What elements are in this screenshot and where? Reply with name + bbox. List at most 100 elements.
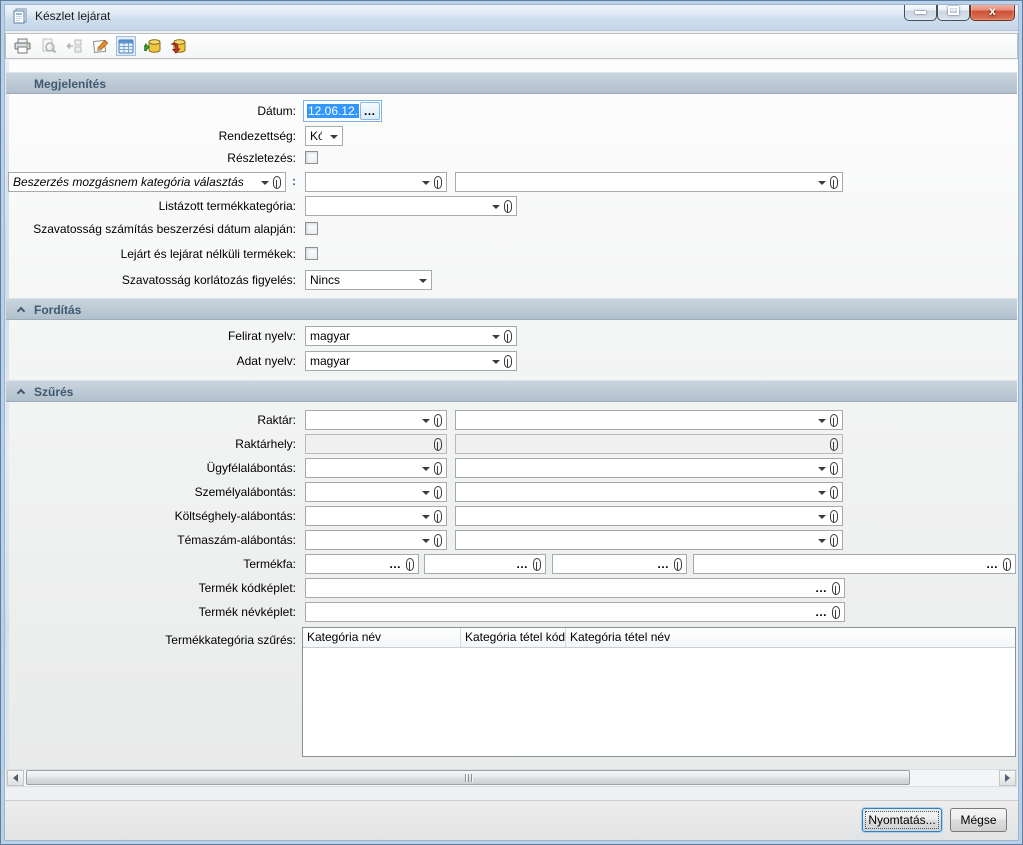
beszerzes-sub-combobox-1[interactable] xyxy=(305,172,447,192)
szemelyalabontas-combobox[interactable] xyxy=(305,482,447,502)
adat-nyelv-combobox[interactable]: magyar xyxy=(305,351,517,371)
close-button[interactable]: x xyxy=(970,2,1015,21)
ugyfelalabontas-combobox[interactable] xyxy=(305,458,447,478)
termekfa-field-4[interactable]: … xyxy=(693,554,1016,574)
chevron-down-icon xyxy=(422,419,430,423)
print-icon[interactable] xyxy=(12,36,32,56)
reszletezes-label: Részletezés: xyxy=(0,148,296,168)
database-save-icon[interactable] xyxy=(168,36,188,56)
termekfa-field-2[interactable]: … xyxy=(424,554,546,574)
felirat-nyelv-combobox[interactable]: magyar xyxy=(305,326,517,346)
ellipsis-button[interactable]: … xyxy=(516,559,529,569)
edit-template-icon[interactable] xyxy=(90,36,110,56)
cancel-button[interactable]: Mégse xyxy=(950,808,1007,832)
rendezettseg-label: Rendezettség: xyxy=(0,126,296,146)
collapse-chevron-icon[interactable] xyxy=(17,307,25,315)
titlebar[interactable]: Készlet lejárat x xyxy=(1,1,1022,31)
felirat-nyelv-value: magyar xyxy=(310,329,350,343)
raktarhely-label: Raktárhely: xyxy=(0,434,296,454)
section-header-forditas[interactable]: Fordítás xyxy=(6,298,1017,320)
termek-nevkeplet-field[interactable]: … xyxy=(305,602,845,622)
minimize-icon xyxy=(915,11,926,14)
ugyfelalabontas-combobox-2[interactable] xyxy=(455,458,843,478)
termekfa-field-3[interactable]: … xyxy=(552,554,687,574)
paperclip-icon xyxy=(434,486,442,499)
minimize-button[interactable] xyxy=(904,2,937,21)
scrollbar-grip-icon xyxy=(468,774,469,782)
paperclip-icon xyxy=(504,355,512,368)
termekkategoria-label: Termékkategória szűrés: xyxy=(0,630,296,650)
koltseghely-combobox[interactable] xyxy=(305,506,447,526)
datum-value-area[interactable]: 12.06.12. xyxy=(305,102,359,120)
paperclip-icon xyxy=(504,330,512,343)
ellipsis-button[interactable]: … xyxy=(389,559,402,569)
chevron-down-icon xyxy=(818,491,826,495)
ellipsis-button[interactable]: … xyxy=(815,583,828,593)
maximize-button[interactable] xyxy=(937,2,970,21)
paperclip-icon xyxy=(830,438,838,451)
ellipsis-button[interactable]: … xyxy=(657,559,670,569)
window-title: Készlet lejárat xyxy=(35,9,110,23)
paperclip-icon xyxy=(1003,558,1011,571)
temaszam-combobox-2[interactable] xyxy=(455,530,843,550)
chevron-down-icon xyxy=(422,539,430,543)
datum-picker-button[interactable]: … xyxy=(360,102,380,120)
paperclip-icon xyxy=(830,462,838,475)
paperclip-icon xyxy=(504,200,512,213)
chevron-down-icon xyxy=(422,491,430,495)
section-header-szures[interactable]: Szűrés xyxy=(6,380,1017,402)
temaszam-combobox[interactable] xyxy=(305,530,447,550)
szemelyalabontas-combobox-2[interactable] xyxy=(455,482,843,502)
beszerzes-kategoria-combobox[interactable]: Beszerzés mozgásnem kategória választás xyxy=(8,172,286,192)
termek-kodkeplet-field[interactable]: … xyxy=(305,578,845,598)
paperclip-icon xyxy=(406,558,414,571)
toolbar xyxy=(5,33,1018,59)
paperclip-icon xyxy=(830,176,838,189)
horizontal-scrollbar[interactable] xyxy=(6,769,1017,787)
footer-bar: Nyomtatás... Mégse xyxy=(4,800,1019,841)
section-title: Fordítás xyxy=(34,300,81,320)
listazott-combobox[interactable] xyxy=(305,196,517,216)
koltseghely-combobox-2[interactable] xyxy=(455,506,843,526)
arrow-left-icon xyxy=(13,774,18,782)
raktar-label: Raktár: xyxy=(0,410,296,430)
termekkategoria-table[interactable]: Kategória név Kategória tétel kód Kategó… xyxy=(302,627,1016,757)
print-preview-icon[interactable] xyxy=(38,36,58,56)
data-table-icon[interactable] xyxy=(116,36,136,56)
database-load-icon[interactable] xyxy=(142,36,162,56)
szavatossag-szamitas-checkbox[interactable] xyxy=(305,222,318,235)
ellipsis-button[interactable]: … xyxy=(815,607,828,617)
beszerzes-sub-combobox-2[interactable] xyxy=(455,172,843,192)
rendezettseg-combobox[interactable]: Kód xyxy=(305,126,343,146)
chevron-down-icon xyxy=(422,515,430,519)
print-button[interactable]: Nyomtatás... xyxy=(862,808,942,832)
adat-nyelv-label: Adat nyelv: xyxy=(0,351,296,371)
section-header-megjelenites[interactable]: Megjelenítés xyxy=(6,72,1017,94)
temaszam-label: Témaszám-alábontás: xyxy=(0,530,296,550)
lejart-termekek-checkbox[interactable] xyxy=(305,247,318,260)
termek-kodkeplet-label: Termék kódképlet: xyxy=(0,578,296,598)
scroll-left-button[interactable] xyxy=(7,770,24,786)
column-header-kategoria-tetel-nev[interactable]: Kategória tétel név xyxy=(566,628,1015,647)
scroll-right-button[interactable] xyxy=(999,770,1016,786)
szavatossag-korlatozas-combobox[interactable]: Nincs xyxy=(305,270,432,290)
column-header-kategoria-tetel-kod[interactable]: Kategória tétel kód xyxy=(461,628,566,647)
export-icon[interactable] xyxy=(64,36,84,56)
chevron-down-icon xyxy=(422,181,430,185)
collapse-chevron-icon[interactable] xyxy=(17,389,25,397)
felirat-nyelv-label: Felirat nyelv: xyxy=(0,326,296,346)
raktar-combobox-2[interactable] xyxy=(455,410,843,430)
termekfa-field-1[interactable]: … xyxy=(305,554,419,574)
scrollbar-thumb[interactable] xyxy=(26,770,910,785)
paperclip-icon xyxy=(434,438,442,451)
chevron-down-icon xyxy=(818,515,826,519)
ellipsis-button[interactable]: … xyxy=(986,559,999,569)
raktar-combobox[interactable] xyxy=(305,410,447,430)
termekfa-label: Termékfa: xyxy=(0,554,296,574)
paperclip-icon xyxy=(434,534,442,547)
paperclip-icon xyxy=(434,510,442,523)
column-header-kategoria-nev[interactable]: Kategória név xyxy=(303,628,461,647)
beszerzes-kategoria-value: Beszerzés mozgásnem kategória választás xyxy=(13,175,244,189)
datum-field[interactable]: 12.06.12. … xyxy=(303,100,382,122)
reszletezes-checkbox[interactable] xyxy=(305,151,318,164)
